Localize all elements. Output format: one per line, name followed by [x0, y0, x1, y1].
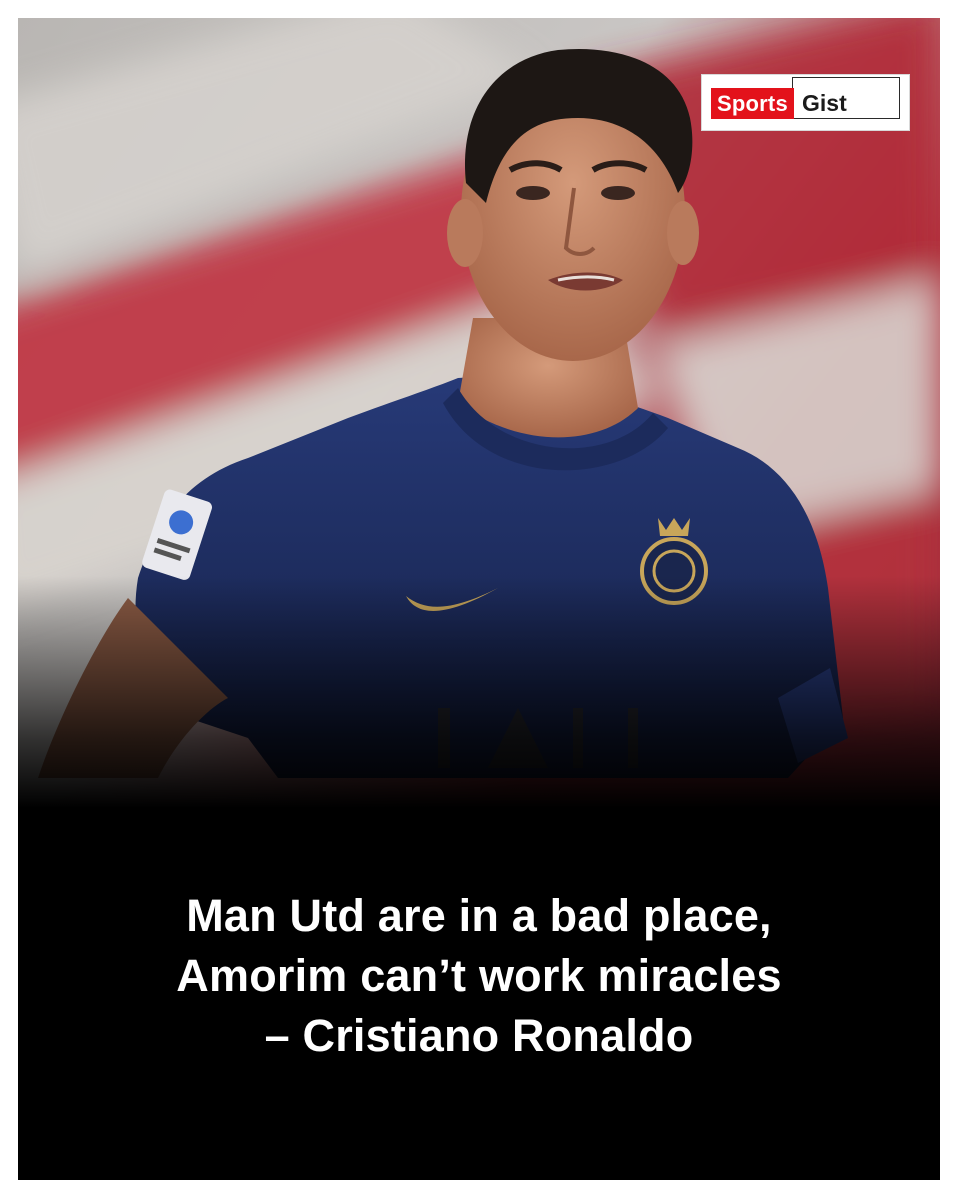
post-card: Sports Gist Man Utd are in a bad place, …: [18, 18, 940, 1180]
logo-word-sports: Sports: [711, 88, 794, 119]
sportsgist-logo: Sports Gist: [701, 74, 910, 131]
headline-quote: Man Utd are in a bad place, Amorim can’t…: [18, 886, 940, 1066]
headline-line-1: Man Utd are in a bad place,: [186, 890, 772, 941]
logo-word-gist: Gist: [802, 90, 847, 116]
headline-line-2: Amorim can’t work miracles: [176, 950, 782, 1001]
headline-attribution: – Cristiano Ronaldo: [264, 1010, 694, 1061]
